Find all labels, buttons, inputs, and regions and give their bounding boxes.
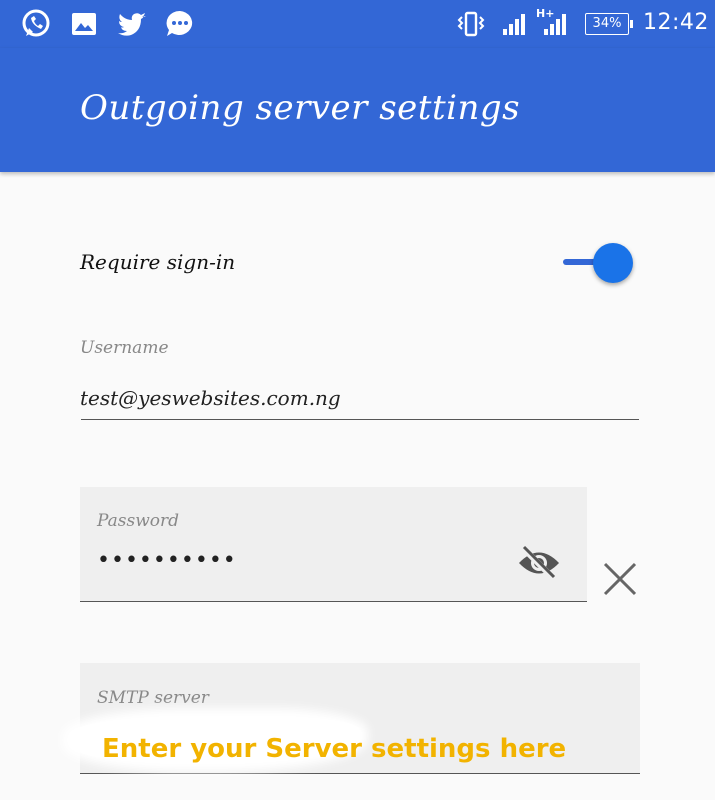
clock: 12:42 — [643, 10, 709, 35]
network-type-label: H+ — [536, 7, 554, 20]
close-icon[interactable] — [602, 561, 638, 597]
twitter-icon — [116, 8, 148, 40]
whatsapp-icon — [20, 8, 52, 40]
password-field-background — [80, 487, 587, 601]
gallery-icon — [70, 10, 98, 38]
toggle-thumb[interactable] — [593, 243, 633, 283]
username-input[interactable]: test@yeswebsites.com.ng — [80, 386, 341, 410]
username-underline — [81, 419, 639, 420]
smtp-server-underline — [80, 773, 640, 774]
signal-icon — [502, 12, 528, 36]
eye-off-icon[interactable] — [516, 544, 562, 582]
battery-indicator: 34% — [585, 13, 633, 35]
annotation-text: Enter your Server settings here — [102, 734, 567, 764]
status-bar: H+ 34% 12:42 — [0, 0, 715, 48]
app-bar: Outgoing server settings — [0, 48, 715, 172]
smtp-server-label: SMTP server — [97, 688, 209, 708]
password-underline — [80, 601, 587, 602]
page-title: Outgoing server settings — [80, 88, 521, 128]
password-input[interactable]: •••••••••• — [97, 548, 237, 573]
require-signin-label: Require sign-in — [80, 250, 236, 274]
chat-icon — [164, 8, 196, 40]
password-label: Password — [97, 511, 180, 531]
signal-hplus-icon: H+ — [536, 6, 570, 36]
vibrate-icon — [456, 10, 486, 38]
username-label: Username — [80, 338, 169, 358]
